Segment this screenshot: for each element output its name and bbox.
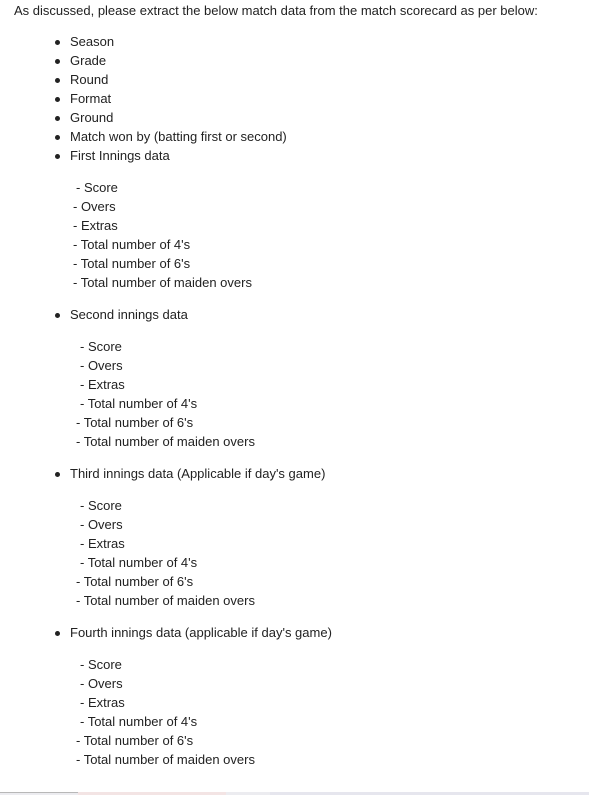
list-item-fourth-innings: Fourth innings data (applicable if day's… — [55, 625, 332, 640]
list-item-grade: Grade — [54, 53, 107, 68]
second-innings-maidens: - Total number of maiden overs — [76, 434, 255, 449]
second-innings-extras: - Extras — [80, 377, 125, 392]
list-item-round: Round — [54, 72, 109, 87]
fourth-innings-extras: - Extras — [80, 695, 125, 710]
list-item-third-innings: Third innings data (Applicable if day's … — [54, 466, 326, 481]
list-item-second-innings: Second innings data — [55, 307, 188, 322]
fourth-innings-sixes: - Total number of 6's — [76, 733, 194, 748]
list-item-ground: Ground — [54, 110, 114, 125]
first-innings-fours: - Total number of 4's — [73, 237, 191, 252]
first-innings-extras: - Extras — [73, 218, 118, 233]
list-item-match-won-by: Match won by (batting first or second) — [55, 129, 287, 144]
third-innings-extras: - Extras — [80, 536, 125, 551]
bottom-divider-segment — [0, 792, 78, 793]
list-item-format: Format — [54, 91, 112, 106]
third-innings-score: - Score — [80, 498, 122, 513]
second-innings-fours: - Total number of 4's — [80, 396, 198, 411]
first-innings-score: - Score — [76, 180, 118, 195]
intro-text: As discussed, please extract the below m… — [14, 3, 538, 18]
first-innings-sixes: - Total number of 6's — [73, 256, 191, 271]
second-innings-score: - Score — [80, 339, 122, 354]
fourth-innings-maidens: - Total number of maiden overs — [76, 752, 255, 767]
list-item-first-innings: First Innings data — [55, 148, 170, 163]
first-innings-maidens: - Total number of maiden overs — [73, 275, 252, 290]
third-innings-maidens: - Total number of maiden overs — [76, 593, 255, 608]
fourth-innings-score: - Score — [80, 657, 122, 672]
first-innings-overs: - Overs — [73, 199, 116, 214]
third-innings-overs: - Overs — [80, 517, 123, 532]
fourth-innings-overs: - Overs — [80, 676, 123, 691]
third-innings-sixes: - Total number of 6's — [76, 574, 194, 589]
second-innings-sixes: - Total number of 6's — [76, 415, 194, 430]
fourth-innings-fours: - Total number of 4's — [80, 714, 198, 729]
second-innings-overs: - Overs — [80, 358, 123, 373]
third-innings-fours: - Total number of 4's — [80, 555, 198, 570]
list-item-season: Season — [54, 34, 115, 49]
